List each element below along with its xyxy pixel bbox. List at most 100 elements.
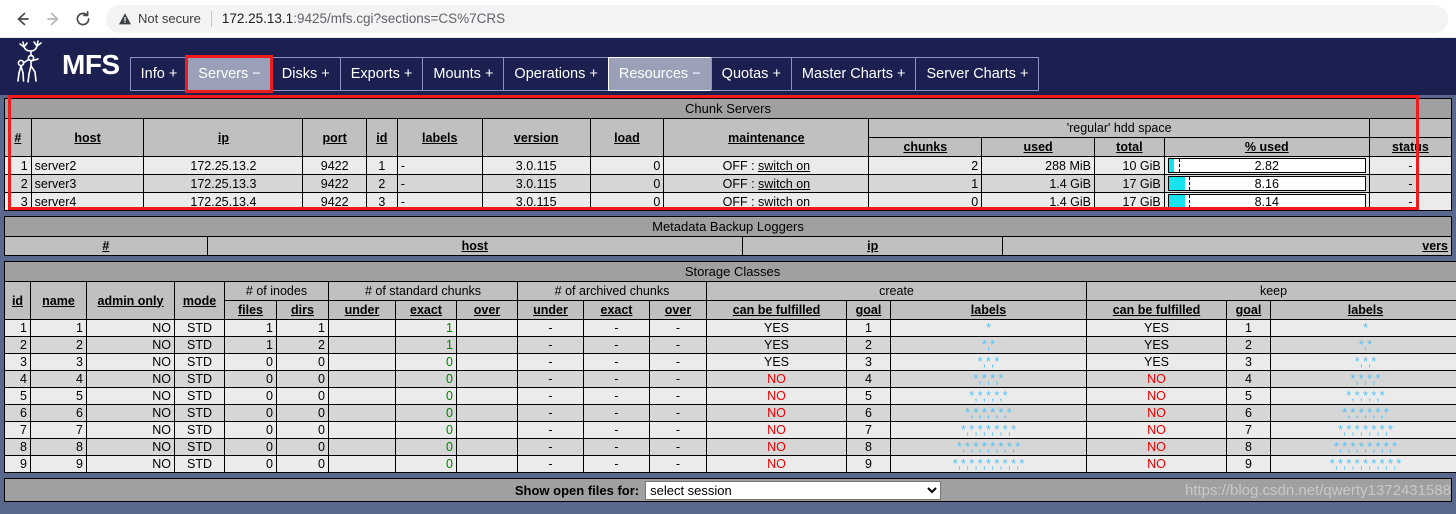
cell-num: 1	[4, 156, 32, 175]
cell-sc-keep-fulfilled: NO	[1086, 387, 1227, 405]
th-ip: ip	[143, 118, 304, 157]
nav-tab-exports[interactable]: Exports +	[339, 57, 423, 91]
cell-sc-std-over	[456, 455, 518, 473]
cell-load: 0	[589, 174, 665, 193]
nav-tab-operations[interactable]: Operations +	[503, 57, 608, 91]
usage-bar: 8.14	[1167, 194, 1366, 209]
th-sc-std-under: under	[328, 300, 396, 320]
th-mbl-num: #	[4, 236, 208, 256]
th-load: load	[589, 118, 665, 157]
cell-pct-used: 2.82	[1163, 156, 1370, 175]
th-sc-std-over: over	[456, 300, 518, 320]
logo[interactable]: MFS	[10, 38, 120, 95]
cell-sc-create-fulfilled: NO	[706, 438, 847, 456]
th-sc-create-fulfilled: can be fulfilled	[706, 300, 847, 320]
open-files-footer: Show open files for: select session http…	[4, 478, 1452, 502]
storage-classes-body: 1 1 NO STD 1 1 1- - - YES 1 * YES 1 * 2 2 NO STD 1 2 1- - - YES 2…	[4, 319, 1456, 473]
cell-sc-id: 7	[4, 421, 31, 439]
th-sc-mode: mode	[174, 281, 225, 320]
cell-sc-id: 8	[4, 438, 31, 456]
table-row: 7 7 NO STD 0 0 0- - - NO 7 *,*,*,*,*,*,* NO 7 *,*,*,*,…	[4, 421, 1456, 439]
usage-bar-label: 2.82	[1254, 159, 1279, 173]
cell-sc-admin-only: NO	[86, 421, 175, 439]
cell-sc-name: 3	[30, 353, 87, 371]
cell-id: 3	[365, 192, 398, 211]
metadata-backup-loggers-title: Metadata Backup Loggers	[4, 216, 1452, 237]
cell-sc-mode: STD	[174, 353, 225, 371]
th-mbl-host: host	[206, 236, 743, 256]
cell-sc-create-labels: *,*,*,*,*,*,*,*	[890, 438, 1087, 456]
cell-sc-mode: STD	[174, 370, 225, 388]
cell-sc-std-under	[328, 336, 396, 354]
cell-sc-dirs: 0	[276, 370, 329, 388]
omnibox-divider	[210, 10, 212, 27]
th-group-archived-chunks: # of archived chunks	[517, 281, 707, 301]
cell-sc-create-goal: 2	[846, 336, 891, 354]
nav-tab-servers[interactable]: Servers −	[185, 55, 273, 93]
cell-sc-std-over	[456, 319, 518, 337]
th-maintenance: maintenance	[663, 118, 870, 157]
cell-sc-id: 9	[4, 455, 31, 473]
nav-tab-resources[interactable]: Resources −	[607, 57, 711, 91]
cell-sc-dirs: 1	[276, 319, 329, 337]
switch-on-link[interactable]: switch on	[758, 195, 810, 209]
cell-sc-files: 0	[224, 353, 277, 371]
th-sc-files: files	[224, 300, 277, 320]
cell-sc-keep-labels: *,*,*,*,*,*,*,*,*	[1269, 455, 1456, 473]
nav-tab-info[interactable]: Info +	[129, 57, 188, 91]
cell-used: 288 MiB	[981, 156, 1096, 175]
nav-tab-disks[interactable]: Disks +	[270, 57, 340, 91]
switch-on-link[interactable]: switch on	[758, 177, 810, 191]
cell-sc-arc-under: -	[517, 336, 584, 354]
cell-sc-std-under	[328, 387, 396, 405]
cell-sc-admin-only: NO	[86, 404, 175, 422]
address-bar[interactable]: Not secure 172.25.13.1:9425/mfs.cgi?sect…	[106, 4, 1448, 33]
cell-host: server3	[30, 174, 145, 193]
storage-classes-panel: Storage Classes id name admin only mode …	[3, 261, 1456, 473]
cell-sc-id: 1	[4, 319, 31, 337]
cell-maintenance: OFF : switch on	[663, 192, 870, 211]
th-mbl-ip: ip	[741, 236, 1004, 256]
cell-sc-dirs: 0	[276, 404, 329, 422]
nav-tab-quotas[interactable]: Quotas +	[710, 57, 791, 91]
switch-on-link[interactable]: switch on	[758, 159, 810, 173]
cell-sc-arc-over: -	[649, 319, 707, 337]
back-icon[interactable]	[8, 4, 38, 34]
reload-icon[interactable]	[68, 4, 98, 34]
cell-sc-std-under	[328, 438, 396, 456]
cell-sc-arc-under: -	[517, 353, 584, 371]
th-chunks: chunks	[868, 137, 983, 157]
cell-sc-files: 0	[224, 404, 277, 422]
table-row: 3 3 NO STD 0 0 0- - - YES 3 *,*,* YES 3 *,*,*	[4, 353, 1456, 371]
cell-total: 17 GiB	[1094, 174, 1165, 193]
nav-tab-master-charts[interactable]: Master Charts +	[790, 57, 916, 91]
cell-sc-arc-exact: -	[583, 336, 650, 354]
cell-sc-id: 3	[4, 353, 31, 371]
cell-sc-std-over	[456, 387, 518, 405]
session-select[interactable]: select session	[645, 480, 942, 500]
cell-sc-std-over	[456, 421, 518, 439]
cell-version: 3.0.115	[481, 192, 591, 211]
table-row: 6 6 NO STD 0 0 0- - - NO 6 *,*,*,*,*,* NO 6 *,*,*,*,*,…	[4, 404, 1456, 422]
maintenance-state: OFF :	[722, 158, 759, 173]
cell-status: -	[1368, 174, 1453, 193]
cell-sc-keep-labels: *,*	[1269, 336, 1456, 354]
cell-sc-mode: STD	[174, 319, 225, 337]
cell-sc-arc-over: -	[649, 404, 707, 422]
browser-toolbar: Not secure 172.25.13.1:9425/mfs.cgi?sect…	[0, 0, 1456, 38]
cell-sc-keep-labels: *,*,*,*,*,*	[1269, 404, 1456, 422]
nav-tab-mounts[interactable]: Mounts +	[422, 57, 504, 91]
forward-icon[interactable]	[38, 4, 68, 34]
cell-sc-keep-labels: *,*,*,*,*,*,*	[1269, 421, 1456, 439]
cell-num: 2	[4, 174, 32, 193]
cell-sc-id: 5	[4, 387, 31, 405]
nav-tab-server-charts[interactable]: Server Charts +	[915, 57, 1040, 91]
cell-sc-create-goal: 3	[846, 353, 891, 371]
table-row: 5 5 NO STD 0 0 0- - - NO 5 *,*,*,*,* NO 5 *,*,*,*,*	[4, 387, 1456, 405]
cell-sc-files: 1	[224, 319, 277, 337]
cell-pct-used: 8.14	[1163, 192, 1370, 211]
cell-sc-arc-exact: -	[583, 387, 650, 405]
cell-sc-create-goal: 7	[846, 421, 891, 439]
table-row: 9 9 NO STD 0 0 0- - - NO 9 *,*,*,*,*,*,*,*,* NO 9 *,*,…	[4, 455, 1456, 473]
table-row: 2 2 NO STD 1 2 1- - - YES 2 *,* YES 2 *,*	[4, 336, 1456, 354]
